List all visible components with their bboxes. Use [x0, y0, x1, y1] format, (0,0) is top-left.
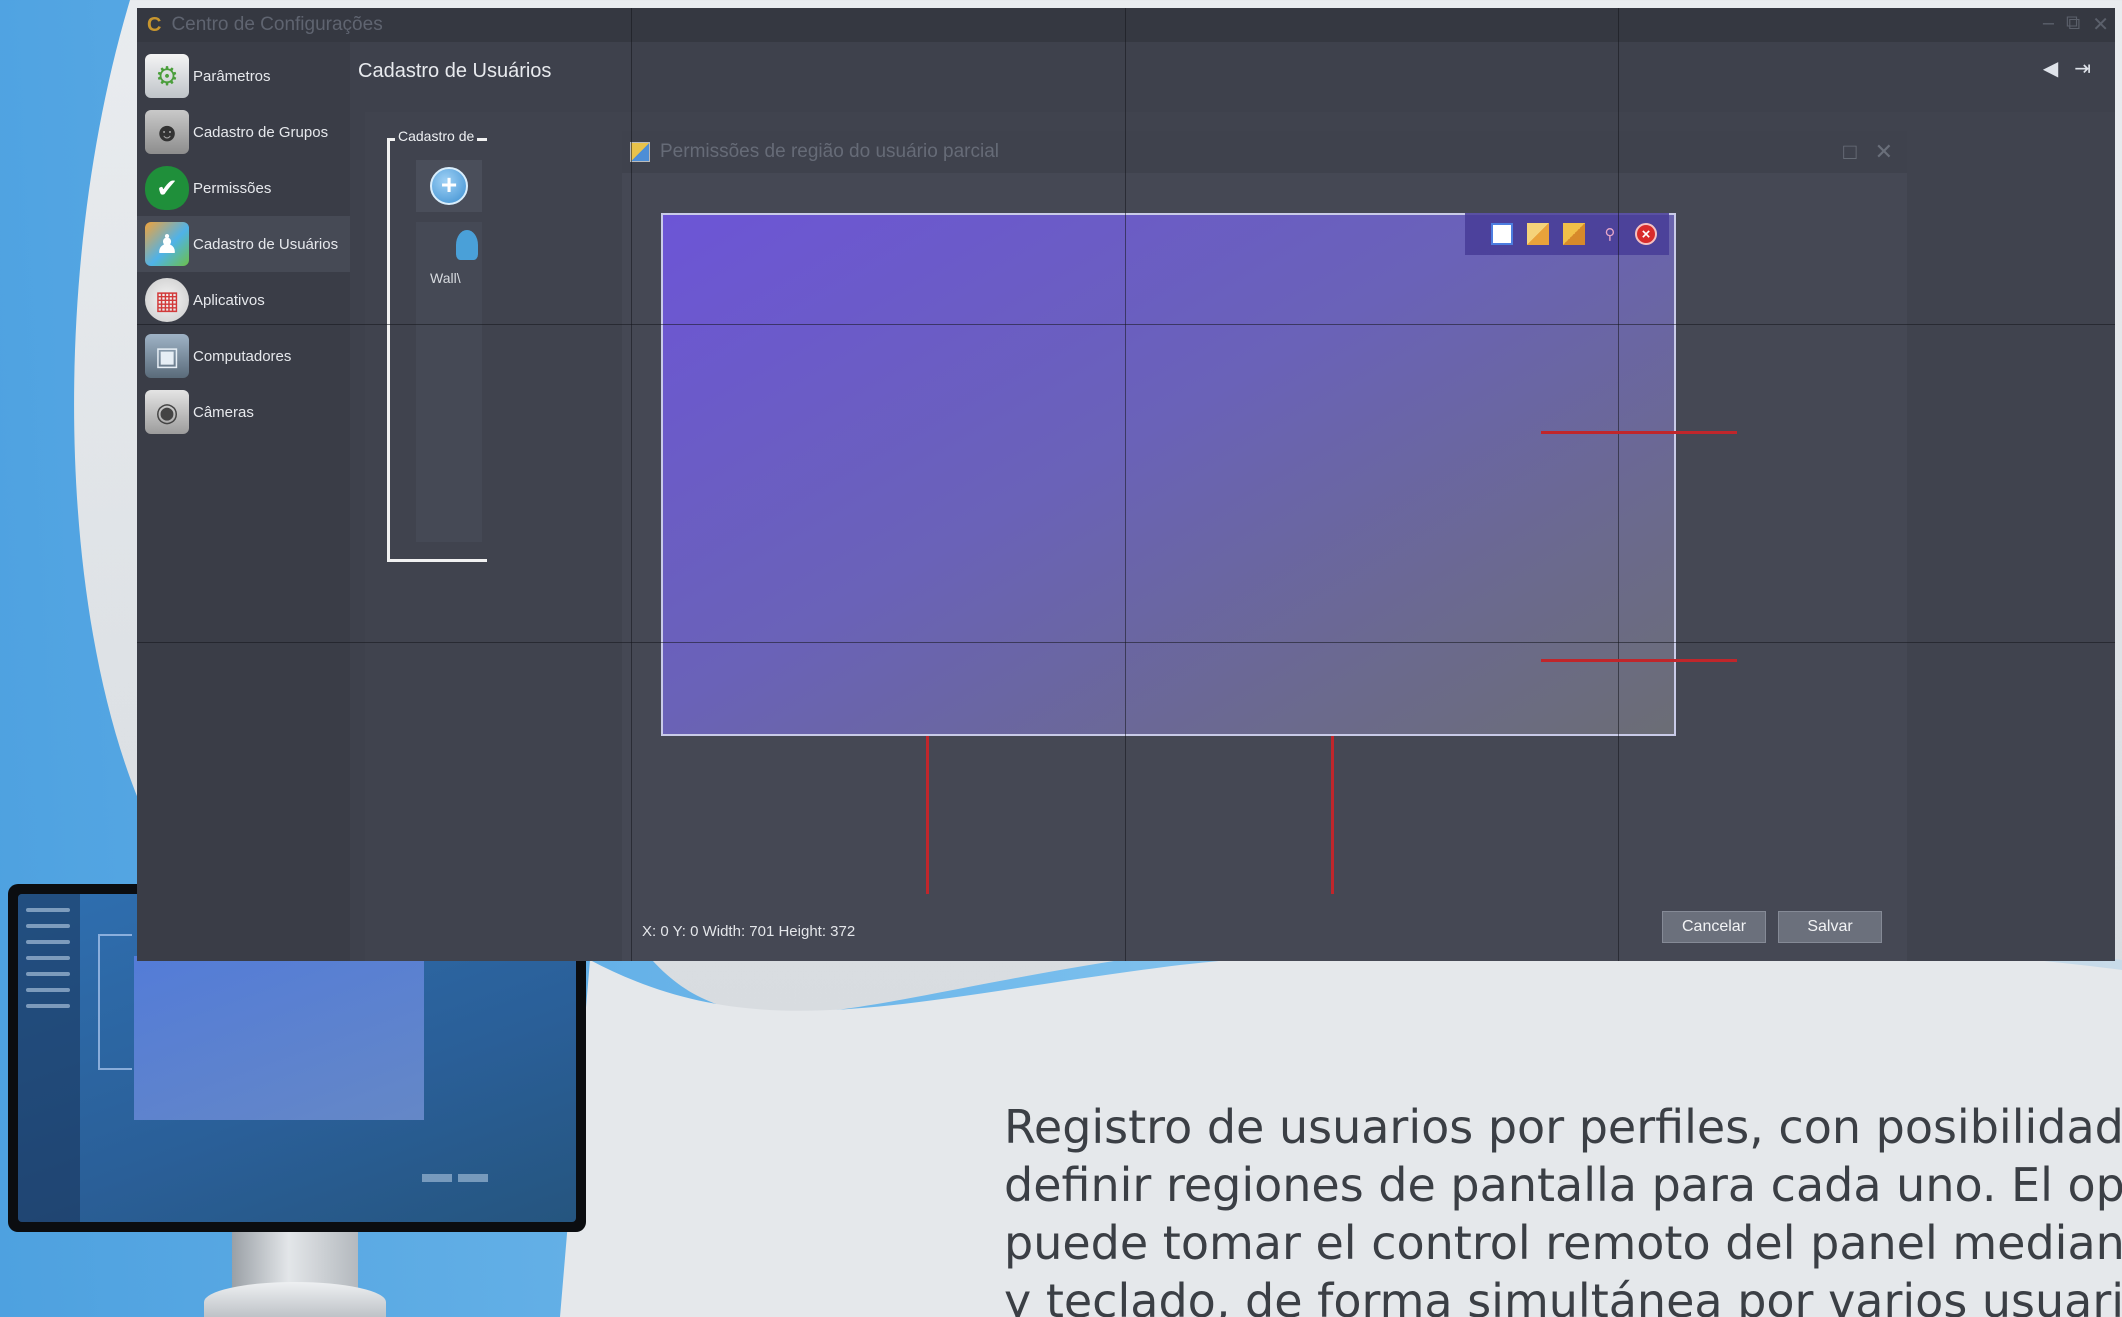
- restore-icon[interactable]: ⧉: [2066, 12, 2080, 37]
- sidebar-item-grupos[interactable]: ☻ Cadastro de Grupos: [137, 104, 350, 160]
- caption-line: puede tomar el control remoto del panel …: [1004, 1216, 2122, 1270]
- shield-check-icon: ✔: [145, 166, 189, 210]
- dialog-controls: □ ✕: [1843, 139, 1893, 165]
- dialog-titlebar: Permissões de região do usuário parcial …: [622, 131, 1907, 173]
- monitor-neck: [232, 1232, 358, 1288]
- sidebar-item-computadores[interactable]: ▣ Computadores: [137, 328, 350, 384]
- sidebar-item-label: Parâmetros: [193, 67, 271, 85]
- group-icon: ☻: [145, 110, 189, 154]
- region-toolbar: ⚲ ×: [1465, 213, 1669, 255]
- dialog-app-icon: [630, 142, 650, 162]
- titlebar: C Centro de Configurações – ⧉ ✕: [137, 8, 2115, 42]
- camera-icon: ◉: [145, 390, 189, 434]
- mini-line: [26, 924, 70, 928]
- sidebar-item-label: Cadastro de Grupos: [193, 123, 329, 141]
- top-right-controls: ◀ ⇥: [2043, 56, 2091, 81]
- region-coordinates: X: 0 Y: 0 Width: 701 Height: 372: [642, 923, 856, 940]
- apps-icon: ▦: [145, 278, 189, 322]
- red-guide: [926, 736, 929, 894]
- caption-line: y teclado, de forma simultánea por vario…: [1004, 1274, 2122, 1317]
- sidebar-item-aplicativos[interactable]: ▦ Aplicativos: [137, 272, 350, 328]
- sidebar-item-label: Câmeras: [193, 403, 254, 421]
- user-name[interactable]: Wall\: [430, 270, 461, 286]
- mini-region: [134, 956, 424, 1120]
- cancel-button[interactable]: Cancelar: [1662, 911, 1766, 943]
- sidebar-item-usuarios[interactable]: ♟ Cadastro de Usuários: [137, 216, 350, 272]
- guide-line: [1618, 8, 1619, 961]
- mini-button: [422, 1174, 452, 1182]
- guide-line: [1125, 8, 1126, 961]
- mini-line: [26, 908, 70, 912]
- red-guide: [1541, 659, 1737, 662]
- sidebar-item-label: Permissões: [193, 179, 272, 197]
- group-box-label: Cadastro de: [395, 128, 478, 144]
- page-title: Cadastro de Usuários: [358, 60, 552, 82]
- caption-line: definir regiones de pantalla para cada u…: [1004, 1158, 2122, 1212]
- sidebar-item-parametros[interactable]: ⚙ Parâmetros: [137, 48, 350, 104]
- dialog-title: Permissões de região do usuário parcial: [660, 141, 1000, 162]
- paste-region-icon[interactable]: [1563, 223, 1585, 245]
- caption-line: Registro de usuarios por perfiles, con p…: [1004, 1100, 2122, 1154]
- app-logo-icon: C: [147, 13, 162, 36]
- mini-button: [458, 1174, 488, 1182]
- sidebar: ⚙ Parâmetros ☻ Cadastro de Grupos ✔ Perm…: [137, 42, 350, 961]
- sidebar-item-label: Aplicativos: [193, 291, 265, 309]
- plus-icon: +: [430, 167, 468, 205]
- add-user-button[interactable]: +: [416, 160, 482, 212]
- save-button[interactable]: Salvar: [1778, 911, 1882, 943]
- screen-region[interactable]: [661, 213, 1676, 736]
- copy-region-icon[interactable]: [1527, 223, 1549, 245]
- mini-line: [26, 956, 70, 960]
- sidebar-item-label: Computadores: [193, 347, 292, 365]
- red-guide: [1541, 431, 1737, 434]
- mini-line: [26, 1004, 70, 1008]
- close-region-icon[interactable]: ×: [1635, 223, 1657, 245]
- mini-line: [26, 988, 70, 992]
- mini-line: [26, 940, 70, 944]
- region-permissions-dialog: Permissões de região do usuário parcial …: [622, 131, 1907, 961]
- minimize-icon[interactable]: –: [2043, 12, 2054, 37]
- sidebar-item-label: Cadastro de Usuários: [193, 235, 339, 253]
- mini-panel: [98, 934, 132, 1070]
- caption: Registro de usuarios por perfiles, con p…: [1004, 1098, 2122, 1317]
- app-window: C Centro de Configurações – ⧉ ✕ ⚙ Parâme…: [137, 8, 2115, 961]
- logout-icon[interactable]: ⇥: [2074, 56, 2091, 81]
- users-icon: ♟: [145, 222, 189, 266]
- monitor-base: [204, 1282, 386, 1317]
- red-guide: [1331, 736, 1334, 894]
- sidebar-item-cameras[interactable]: ◉ Câmeras: [137, 384, 350, 440]
- collapse-arrow-icon[interactable]: ◀: [2043, 56, 2058, 81]
- settings-icon: ⚙: [145, 54, 189, 98]
- maximize-icon[interactable]: □: [1843, 139, 1856, 165]
- guide-line: [631, 8, 632, 961]
- mini-line: [26, 972, 70, 976]
- window-controls: – ⧉ ✕: [2043, 12, 2109, 37]
- window-title: Centro de Configurações: [171, 14, 383, 35]
- close-icon[interactable]: ✕: [2092, 12, 2109, 37]
- guide-line: [137, 642, 2115, 643]
- user-avatar-icon[interactable]: [456, 230, 478, 260]
- main-content: Cadastro de Usuários ◀ ⇥ Cadastro de + W…: [350, 42, 2115, 961]
- select-region-icon[interactable]: [1491, 223, 1513, 245]
- monitor-icon: ▣: [145, 334, 189, 378]
- dialog-close-icon[interactable]: ✕: [1875, 139, 1893, 165]
- sidebar-item-permissoes[interactable]: ✔ Permissões: [137, 160, 350, 216]
- guide-line: [137, 324, 2115, 325]
